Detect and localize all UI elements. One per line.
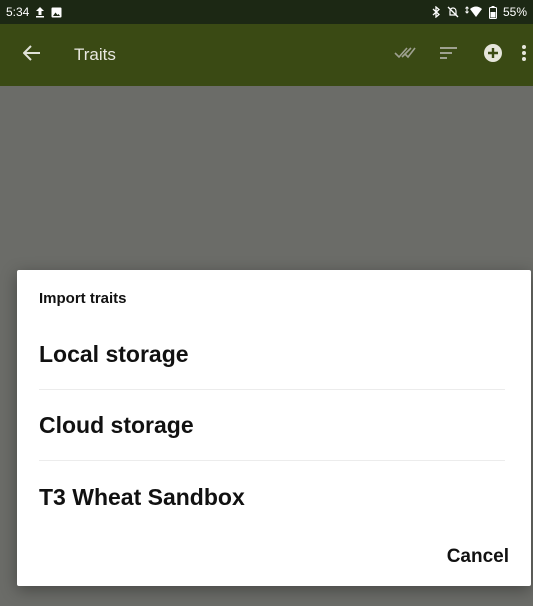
bluetooth-icon bbox=[432, 6, 441, 18]
option-cloud-storage[interactable]: Cloud storage bbox=[39, 391, 505, 461]
add-trait-button[interactable] bbox=[471, 24, 515, 86]
status-bar: 5:34 55% bbox=[0, 0, 533, 24]
select-all-button[interactable] bbox=[383, 24, 427, 86]
app-bar: Traits bbox=[0, 24, 533, 86]
image-icon bbox=[51, 7, 62, 18]
check-all-icon bbox=[394, 46, 416, 65]
silent-icon bbox=[447, 6, 459, 18]
wifi-icon bbox=[465, 6, 483, 18]
option-t3-wheat-sandbox[interactable]: T3 Wheat Sandbox bbox=[39, 462, 505, 532]
more-vert-icon bbox=[521, 44, 527, 67]
back-arrow-icon bbox=[22, 44, 41, 66]
battery-icon bbox=[488, 5, 497, 19]
back-button[interactable] bbox=[0, 24, 64, 86]
status-time: 5:34 bbox=[6, 5, 30, 19]
sort-button[interactable] bbox=[427, 24, 471, 86]
cancel-button[interactable]: Cancel bbox=[447, 546, 509, 568]
sort-icon bbox=[440, 46, 458, 65]
battery-percent: 55% bbox=[502, 5, 527, 19]
option-local-storage[interactable]: Local storage bbox=[39, 320, 505, 390]
add-circle-icon bbox=[483, 43, 503, 68]
page-title: Traits bbox=[74, 45, 116, 64]
more-options-button[interactable] bbox=[515, 24, 533, 86]
import-traits-dialog: Import traits Local storage Cloud storag… bbox=[17, 270, 531, 586]
dialog-title: Import traits bbox=[39, 290, 127, 307]
upload-icon bbox=[35, 6, 45, 18]
